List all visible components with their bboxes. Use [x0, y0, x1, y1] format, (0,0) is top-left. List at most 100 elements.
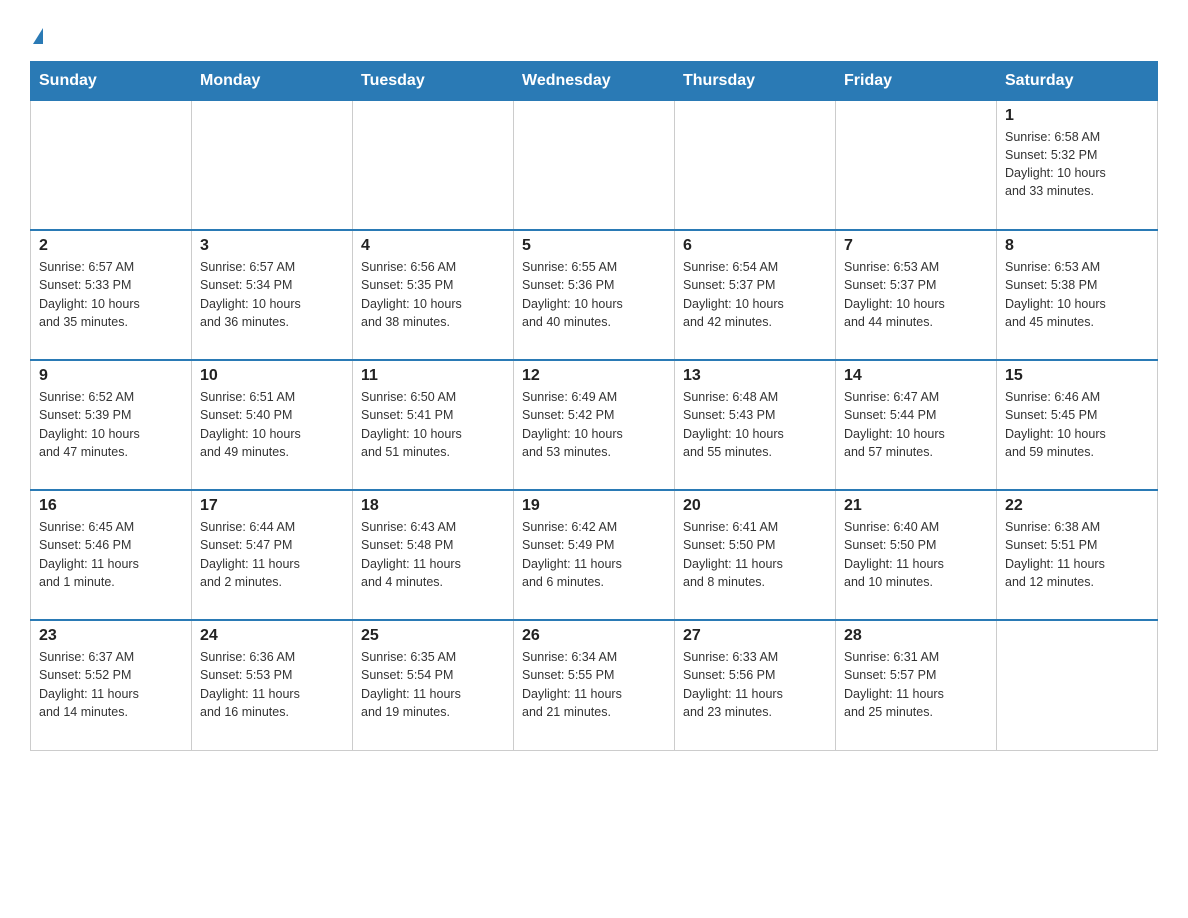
day-info: Sunrise: 6:55 AM Sunset: 5:36 PM Dayligh…	[522, 258, 666, 331]
day-header-friday: Friday	[836, 61, 997, 100]
day-number: 22	[1005, 497, 1149, 515]
calendar-cell	[31, 100, 192, 230]
calendar-cell	[192, 100, 353, 230]
day-info: Sunrise: 6:37 AM Sunset: 5:52 PM Dayligh…	[39, 648, 183, 721]
day-number: 11	[361, 367, 505, 385]
calendar-cell: 14 Sunrise: 6:47 AM Sunset: 5:44 PM Dayli…	[836, 360, 997, 490]
calendar-cell: 2Sunrise: 6:57 AM Sunset: 5:33 PM Daylig…	[31, 230, 192, 360]
calendar-cell: 9 Sunrise: 6:52 AM Sunset: 5:39 PM Daylig…	[31, 360, 192, 490]
calendar-cell: 27 Sunrise: 6:33 AM Sunset: 5:56 PM Dayli…	[675, 620, 836, 750]
calendar-cell: 17 Sunrise: 6:44 AM Sunset: 5:47 PM Dayli…	[192, 490, 353, 620]
calendar-cell	[514, 100, 675, 230]
day-number: 9	[39, 367, 183, 385]
day-info: Sunrise: 6:57 AM Sunset: 5:34 PM Dayligh…	[200, 258, 344, 331]
day-info: Sunrise: 6:36 AM Sunset: 5:53 PM Dayligh…	[200, 648, 344, 721]
day-number: 16	[39, 497, 183, 515]
day-number: 14	[844, 367, 988, 385]
day-info: Sunrise: 6:49 AM Sunset: 5:42 PM Dayligh…	[522, 388, 666, 461]
day-info: Sunrise: 6:44 AM Sunset: 5:47 PM Dayligh…	[200, 518, 344, 591]
day-info: Sunrise: 6:58 AM Sunset: 5:32 PM Dayligh…	[1005, 128, 1149, 201]
day-number: 4	[361, 237, 505, 255]
logo-top	[30, 20, 43, 51]
day-number: 1	[1005, 107, 1149, 125]
day-info: Sunrise: 6:52 AM Sunset: 5:39 PM Dayligh…	[39, 388, 183, 461]
day-number: 15	[1005, 367, 1149, 385]
day-info: Sunrise: 6:40 AM Sunset: 5:50 PM Dayligh…	[844, 518, 988, 591]
calendar-cell: 3 Sunrise: 6:57 AM Sunset: 5:34 PM Daylig…	[192, 230, 353, 360]
day-number: 21	[844, 497, 988, 515]
calendar-cell: 15 Sunrise: 6:46 AM Sunset: 5:45 PM Dayli…	[997, 360, 1158, 490]
day-number: 23	[39, 627, 183, 645]
calendar-cell: 26Sunrise: 6:34 AM Sunset: 5:55 PM Dayli…	[514, 620, 675, 750]
day-header-tuesday: Tuesday	[353, 61, 514, 100]
day-info: Sunrise: 6:42 AM Sunset: 5:49 PM Dayligh…	[522, 518, 666, 591]
calendar-week-row: 16 Sunrise: 6:45 AM Sunset: 5:46 PM Dayli…	[31, 490, 1158, 620]
calendar-cell	[675, 100, 836, 230]
day-info: Sunrise: 6:43 AM Sunset: 5:48 PM Dayligh…	[361, 518, 505, 591]
day-info: Sunrise: 6:51 AM Sunset: 5:40 PM Dayligh…	[200, 388, 344, 461]
day-info: Sunrise: 6:41 AM Sunset: 5:50 PM Dayligh…	[683, 518, 827, 591]
day-number: 17	[200, 497, 344, 515]
day-header-wednesday: Wednesday	[514, 61, 675, 100]
calendar-cell: 1 Sunrise: 6:58 AM Sunset: 5:32 PM Daylig…	[997, 100, 1158, 230]
calendar-cell: 22Sunrise: 6:38 AM Sunset: 5:51 PM Dayli…	[997, 490, 1158, 620]
day-info: Sunrise: 6:31 AM Sunset: 5:57 PM Dayligh…	[844, 648, 988, 721]
calendar-cell: 4 Sunrise: 6:56 AM Sunset: 5:35 PM Daylig…	[353, 230, 514, 360]
day-info: Sunrise: 6:33 AM Sunset: 5:56 PM Dayligh…	[683, 648, 827, 721]
day-info: Sunrise: 6:45 AM Sunset: 5:46 PM Dayligh…	[39, 518, 183, 591]
day-number: 24	[200, 627, 344, 645]
day-header-thursday: Thursday	[675, 61, 836, 100]
day-header-sunday: Sunday	[31, 61, 192, 100]
calendar-cell	[997, 620, 1158, 750]
calendar-week-row: 1 Sunrise: 6:58 AM Sunset: 5:32 PM Daylig…	[31, 100, 1158, 230]
calendar-week-row: 2Sunrise: 6:57 AM Sunset: 5:33 PM Daylig…	[31, 230, 1158, 360]
day-number: 8	[1005, 237, 1149, 255]
day-number: 20	[683, 497, 827, 515]
calendar-cell: 7 Sunrise: 6:53 AM Sunset: 5:37 PM Daylig…	[836, 230, 997, 360]
calendar-cell: 25 Sunrise: 6:35 AM Sunset: 5:54 PM Dayli…	[353, 620, 514, 750]
calendar-cell: 6 Sunrise: 6:54 AM Sunset: 5:37 PM Daylig…	[675, 230, 836, 360]
day-info: Sunrise: 6:35 AM Sunset: 5:54 PM Dayligh…	[361, 648, 505, 721]
logo-triangle-icon	[33, 28, 43, 44]
calendar-cell: 10 Sunrise: 6:51 AM Sunset: 5:40 PM Dayli…	[192, 360, 353, 490]
day-info: Sunrise: 6:46 AM Sunset: 5:45 PM Dayligh…	[1005, 388, 1149, 461]
day-info: Sunrise: 6:57 AM Sunset: 5:33 PM Dayligh…	[39, 258, 183, 331]
calendar-cell: 20 Sunrise: 6:41 AM Sunset: 5:50 PM Dayli…	[675, 490, 836, 620]
calendar-cell: 21 Sunrise: 6:40 AM Sunset: 5:50 PM Dayli…	[836, 490, 997, 620]
calendar-cell: 12Sunrise: 6:49 AM Sunset: 5:42 PM Dayli…	[514, 360, 675, 490]
day-info: Sunrise: 6:56 AM Sunset: 5:35 PM Dayligh…	[361, 258, 505, 331]
calendar-cell: 23 Sunrise: 6:37 AM Sunset: 5:52 PM Dayli…	[31, 620, 192, 750]
calendar-cell: 5Sunrise: 6:55 AM Sunset: 5:36 PM Daylig…	[514, 230, 675, 360]
day-number: 19	[522, 497, 666, 515]
day-number: 25	[361, 627, 505, 645]
day-number: 7	[844, 237, 988, 255]
day-info: Sunrise: 6:54 AM Sunset: 5:37 PM Dayligh…	[683, 258, 827, 331]
calendar-week-row: 9 Sunrise: 6:52 AM Sunset: 5:39 PM Daylig…	[31, 360, 1158, 490]
calendar-cell: 19 Sunrise: 6:42 AM Sunset: 5:49 PM Dayli…	[514, 490, 675, 620]
calendar-cell: 8 Sunrise: 6:53 AM Sunset: 5:38 PM Daylig…	[997, 230, 1158, 360]
calendar-week-row: 23 Sunrise: 6:37 AM Sunset: 5:52 PM Dayli…	[31, 620, 1158, 750]
calendar-cell: 13 Sunrise: 6:48 AM Sunset: 5:43 PM Dayli…	[675, 360, 836, 490]
day-header-saturday: Saturday	[997, 61, 1158, 100]
day-info: Sunrise: 6:48 AM Sunset: 5:43 PM Dayligh…	[683, 388, 827, 461]
day-number: 3	[200, 237, 344, 255]
page-header	[30, 20, 1158, 51]
logo	[30, 20, 43, 51]
day-info: Sunrise: 6:50 AM Sunset: 5:41 PM Dayligh…	[361, 388, 505, 461]
day-info: Sunrise: 6:47 AM Sunset: 5:44 PM Dayligh…	[844, 388, 988, 461]
day-number: 6	[683, 237, 827, 255]
calendar-cell: 16 Sunrise: 6:45 AM Sunset: 5:46 PM Dayli…	[31, 490, 192, 620]
calendar-cell: 28 Sunrise: 6:31 AM Sunset: 5:57 PM Dayli…	[836, 620, 997, 750]
day-info: Sunrise: 6:53 AM Sunset: 5:38 PM Dayligh…	[1005, 258, 1149, 331]
day-number: 27	[683, 627, 827, 645]
day-info: Sunrise: 6:34 AM Sunset: 5:55 PM Dayligh…	[522, 648, 666, 721]
calendar-cell	[836, 100, 997, 230]
calendar-cell	[353, 100, 514, 230]
day-number: 28	[844, 627, 988, 645]
day-number: 18	[361, 497, 505, 515]
calendar-cell: 11 Sunrise: 6:50 AM Sunset: 5:41 PM Dayli…	[353, 360, 514, 490]
calendar-cell: 18 Sunrise: 6:43 AM Sunset: 5:48 PM Dayli…	[353, 490, 514, 620]
day-number: 13	[683, 367, 827, 385]
day-info: Sunrise: 6:53 AM Sunset: 5:37 PM Dayligh…	[844, 258, 988, 331]
day-number: 10	[200, 367, 344, 385]
